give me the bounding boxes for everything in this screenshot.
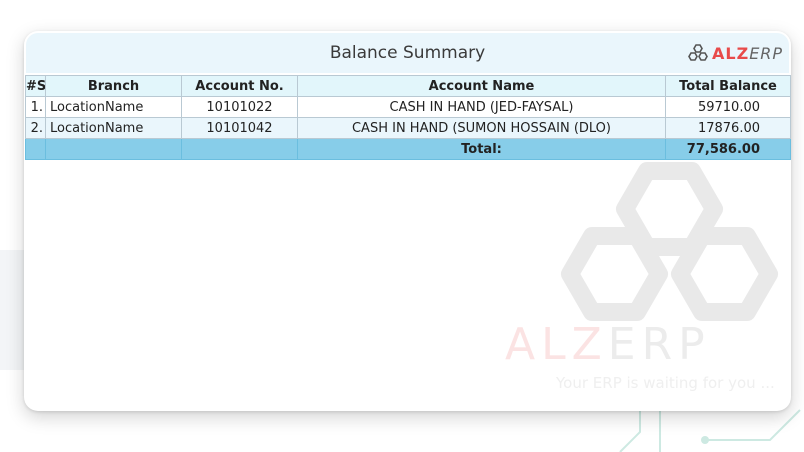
table-row[interactable]: 2. LocationName 10101042 CASH IN HAND (S…	[25, 117, 791, 139]
cell-branch: LocationName	[45, 96, 182, 118]
cell-account-name: CASH IN HAND (JED-FAYSAL)	[297, 96, 666, 118]
brand-logo: ALZERP	[688, 43, 783, 63]
balance-table: #Sl Branch Account No. Account Name Tota…	[25, 75, 791, 160]
cell-account-name: CASH IN HAND (SUMON HOSSAIN (DLO)	[297, 117, 666, 139]
brand-logo-erp: ERP	[749, 43, 784, 63]
total-value: 77,586.00	[665, 138, 791, 160]
cell-total-balance: 59710.00	[665, 96, 791, 118]
watermark-brand-alz: ALZ	[505, 319, 608, 370]
cell-sl: 1.	[25, 96, 46, 118]
cell-account-no: 10101042	[181, 117, 298, 139]
total-row: Total: 77,586.00	[25, 138, 791, 160]
cell-account-no: 10101022	[181, 96, 298, 118]
total-cell-empty	[45, 138, 182, 160]
cell-total-balance: 17876.00	[665, 117, 791, 139]
total-cell-empty	[25, 138, 46, 160]
watermark-brand: ALZERP	[505, 319, 711, 370]
table-header-row: #Sl Branch Account No. Account Name Tota…	[25, 75, 791, 97]
report-page: ALZERP Your ERP is waiting for you ... B…	[0, 0, 804, 452]
column-header-total-balance[interactable]: Total Balance	[665, 75, 791, 97]
watermark-tagline: Your ERP is waiting for you ...	[556, 374, 775, 392]
watermark-brand-erp: ERP	[607, 319, 711, 370]
column-header-account-no[interactable]: Account No.	[181, 75, 298, 97]
brand-logo-icon	[688, 44, 708, 61]
brand-logo-alz: ALZ	[712, 43, 750, 63]
column-header-sl[interactable]: #Sl	[25, 75, 46, 97]
report-header: Balance Summary ALZERP	[26, 33, 789, 73]
cell-sl: 2.	[25, 117, 46, 139]
watermark-logo-icon	[561, 162, 778, 321]
column-header-account-name[interactable]: Account Name	[297, 75, 666, 97]
background-shade	[0, 250, 24, 370]
report-title: Balance Summary	[329, 43, 486, 63]
column-header-branch[interactable]: Branch	[45, 75, 182, 97]
table-row[interactable]: 1. LocationName 10101022 CASH IN HAND (J…	[25, 96, 791, 118]
balance-summary-card: ALZERP Your ERP is waiting for you ... B…	[24, 31, 791, 411]
cell-branch: LocationName	[45, 117, 182, 139]
total-cell-empty	[181, 138, 298, 160]
total-label: Total:	[297, 138, 666, 160]
